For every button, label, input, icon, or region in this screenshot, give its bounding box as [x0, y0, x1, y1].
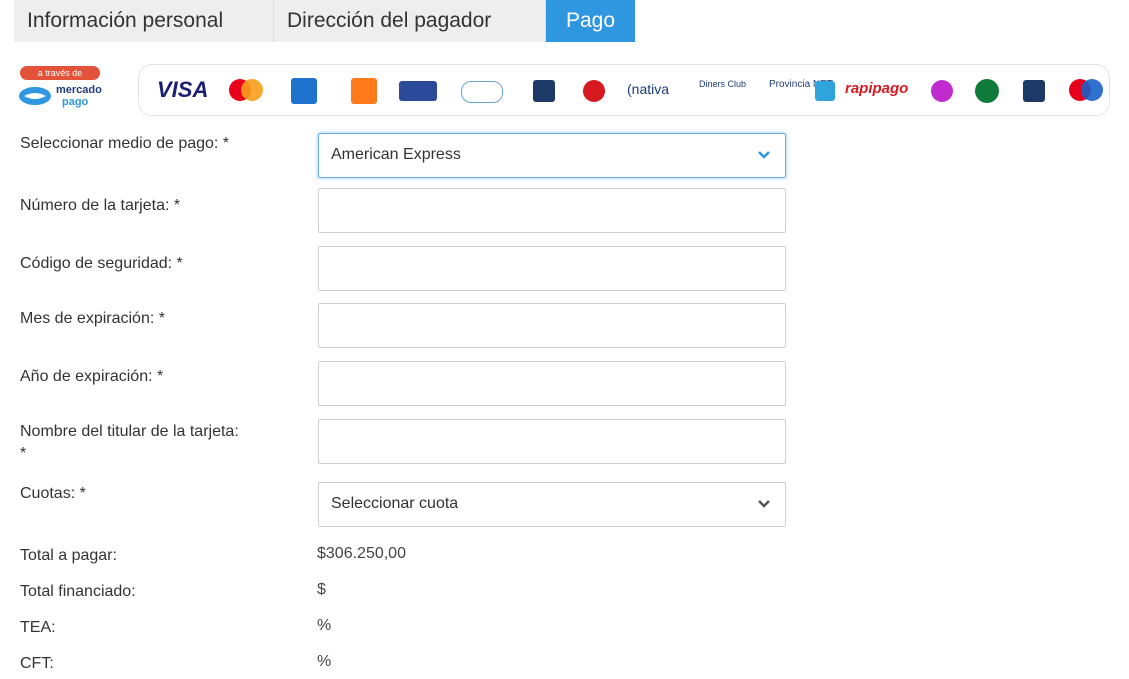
tab-personal-info[interactable]: Información personal — [14, 0, 274, 42]
payment-logos-strip: a través de mercado pago VISA (nativa Di… — [14, 58, 1114, 120]
payment-method-select[interactable]: American Express — [318, 133, 786, 178]
nativa-icon: (nativa — [627, 81, 670, 97]
visa-icon: VISA — [157, 77, 209, 102]
tab-payment[interactable]: Pago — [546, 0, 635, 42]
maestro-icon — [1069, 79, 1105, 103]
installments-label: Cuotas: * — [20, 485, 86, 502]
expiry-year-input[interactable] — [318, 361, 786, 406]
total-value: $306.250,00 — [317, 545, 406, 562]
mastercard-icon — [229, 79, 265, 103]
rapipago-icon: rapipago — [845, 80, 909, 97]
american-express-icon — [291, 78, 317, 104]
chevron-down-icon — [758, 151, 770, 159]
expiry-month-input[interactable] — [318, 303, 786, 348]
chevron-down-icon — [758, 500, 770, 508]
tarjeta-shopping-icon — [399, 81, 437, 101]
total-label: Total a pagar: — [20, 547, 117, 564]
financed-value: $ — [317, 581, 326, 598]
card-number-label: Número de la tarjeta: * — [20, 197, 181, 214]
payment-method-label: Seleccionar medio de pago: * — [20, 135, 230, 152]
naranja-icon — [351, 78, 377, 104]
card-brands-list: VISA (nativa Diners Club Provincia NET r… — [138, 64, 1110, 116]
link-icon — [975, 79, 999, 103]
checkout-tabs: Información personal Dirección del pagad… — [14, 0, 635, 42]
holder-name-label: Nombre del titular de la tarjeta: * — [20, 423, 239, 462]
expiry-month-label: Mes de expiración: * — [20, 310, 165, 327]
mercadopago-sub: pago — [62, 96, 89, 108]
tea-value: % — [317, 617, 332, 634]
security-code-label: Código de seguridad: * — [20, 255, 183, 272]
security-code-input[interactable] — [318, 246, 786, 291]
expiry-year-label: Año de expiración: * — [20, 368, 164, 385]
holder-name-input[interactable] — [318, 419, 786, 464]
payment-method-selected: American Express — [331, 146, 461, 163]
pago-facil-icon — [931, 80, 953, 102]
cft-value: % — [317, 653, 332, 670]
argencard-icon — [583, 80, 605, 102]
financed-label: Total financiado: — [20, 583, 136, 600]
cabal-debito-icon — [1023, 80, 1045, 102]
tea-label: TEA: — [20, 619, 56, 636]
installments-selected: Seleccionar cuota — [331, 495, 459, 512]
cabal-icon — [533, 80, 555, 102]
installments-select[interactable]: Seleccionar cuota — [318, 482, 786, 527]
diners-club-icon: Diners Club — [699, 79, 747, 89]
mercadopago-name: mercado — [56, 84, 102, 96]
cencosud-icon — [461, 81, 503, 103]
tab-payer-address[interactable]: Dirección del pagador — [274, 0, 546, 42]
provincia-net-square-icon — [815, 81, 835, 101]
card-number-input[interactable] — [318, 188, 786, 233]
cft-label: CFT: — [20, 655, 54, 672]
mercadopago-handshake-icon — [19, 87, 51, 105]
mercadopago-badge-top: a través de — [20, 66, 100, 80]
mercadopago-logo: a través de mercado pago — [14, 66, 114, 114]
